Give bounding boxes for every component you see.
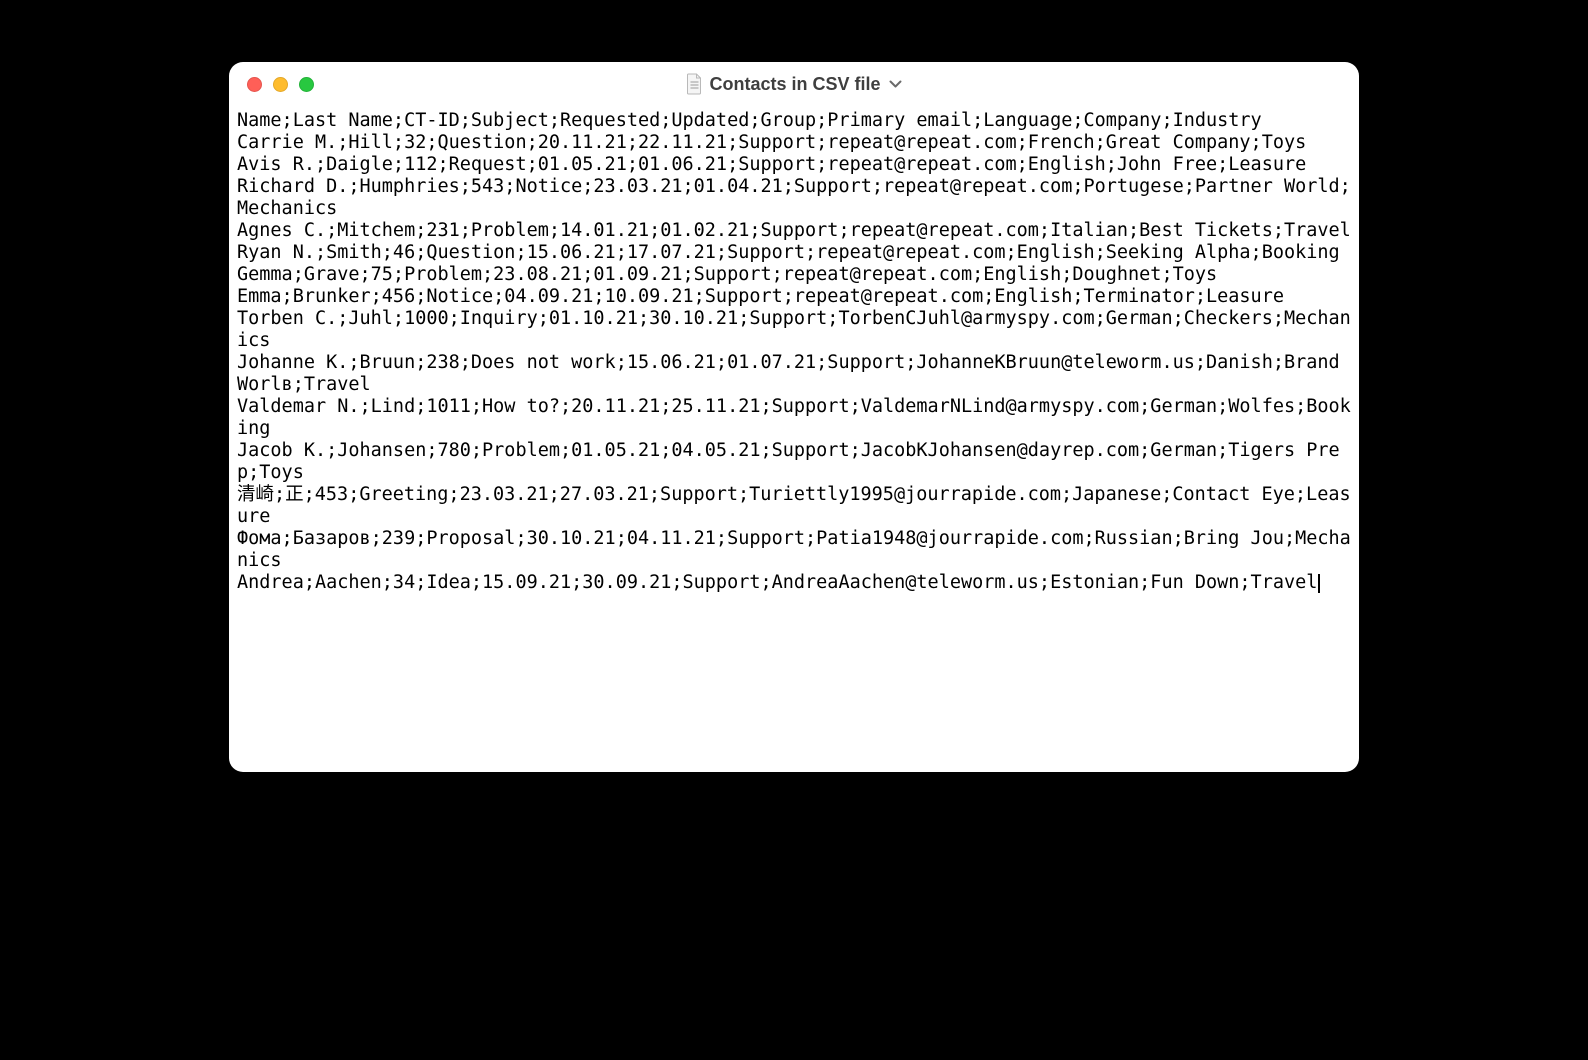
text-editor-window: Contacts in CSV file Name;Last Name;CT-I…	[229, 62, 1359, 772]
text-content[interactable]: Name;Last Name;CT-ID;Subject;Requested;U…	[229, 106, 1359, 772]
minimize-button[interactable]	[273, 77, 288, 92]
chevron-down-icon[interactable]	[889, 80, 903, 88]
close-button[interactable]	[247, 77, 262, 92]
document-icon	[685, 73, 703, 95]
text-cursor	[1318, 574, 1320, 593]
window-title: Contacts in CSV file	[709, 74, 880, 95]
window-title-group[interactable]: Contacts in CSV file	[685, 73, 902, 95]
traffic-lights	[247, 77, 314, 92]
titlebar[interactable]: Contacts in CSV file	[229, 62, 1359, 106]
maximize-button[interactable]	[299, 77, 314, 92]
